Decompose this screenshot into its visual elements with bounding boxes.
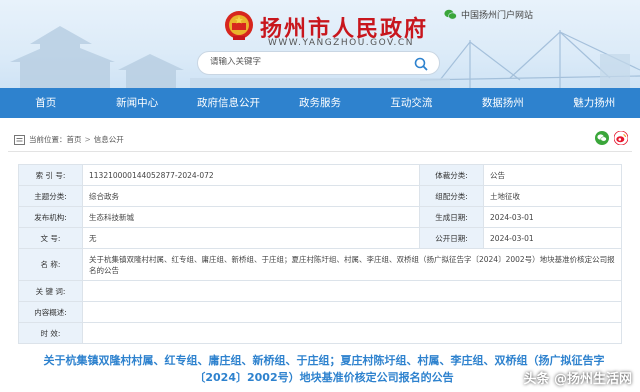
breadcrumb-separator: > [84, 135, 91, 144]
keyword-value [82, 280, 622, 302]
nav-info-disclosure[interactable]: 政府信息公开 [183, 88, 274, 118]
table-row: 索 引 号: 113210000144052877-2024-072 体裁分类:… [18, 164, 622, 186]
breadcrumb: 当前位置： 首页 > 信息公开 [8, 128, 632, 152]
publish-date-value: 2024-03-01 [483, 227, 622, 249]
nav-interaction[interactable]: 互动交流 [366, 88, 457, 118]
issuer-value: 生态科技新城 [81, 206, 421, 228]
topic-label: 主题分类: [18, 185, 83, 207]
keyword-label: 关 键 词: [18, 280, 83, 302]
table-row: 关 键 词: [18, 280, 622, 302]
nav-home[interactable]: 首页 [0, 88, 91, 118]
index-label: 索 引 号: [18, 164, 83, 186]
nav-data-yangzhou[interactable]: 数据扬州 [457, 88, 548, 118]
main-nav: 首页 新闻中心 政府信息公开 政务服务 互动交流 数据扬州 魅力扬州 [0, 88, 640, 118]
location-icon [14, 134, 25, 145]
doc-number-label: 文 号: [18, 227, 83, 249]
index-value: 113210000144052877-2024-072 [81, 164, 421, 186]
validity-value [82, 322, 622, 344]
search-icon[interactable] [413, 56, 429, 72]
table-row: 文 号: 无 公开日期: 2024-03-01 [18, 227, 622, 249]
site-header: 扬州市人民政府 WWW.YANGZHOU.GOV.CN 中国扬州门户网站 [0, 0, 640, 88]
doc-number-value: 无 [81, 227, 421, 249]
table-row: 发布机构: 生态科技新城 生成日期: 2024-03-01 [18, 206, 622, 228]
wechat-share-icon[interactable] [595, 131, 609, 145]
wechat-icon [444, 9, 457, 20]
publish-date-label: 公开日期: [419, 227, 485, 249]
weibo-share-icon[interactable] [614, 131, 628, 145]
national-emblem-icon [225, 11, 253, 40]
name-value: 关于杭集镇双隆村村属、红专组、庸庄组、新桥组、于庄组；夏庄村陈圩组、村属、李庄组… [82, 248, 622, 281]
validity-label: 时 效: [18, 322, 83, 344]
issuer-label: 发布机构: [18, 206, 83, 228]
table-row: 主题分类: 综合政务 组配分类: 土地征收 [18, 185, 622, 207]
breadcrumb-home[interactable]: 首页 [67, 134, 82, 145]
nav-charm-yangzhou[interactable]: 魅力扬州 [549, 88, 640, 118]
org-category-value: 土地征收 [483, 185, 622, 207]
generated-date-value: 2024-03-01 [483, 206, 622, 228]
search-box [197, 51, 440, 75]
search-input[interactable] [210, 57, 390, 67]
carrier-value: 公告 [483, 164, 622, 186]
name-label: 名 称: [18, 248, 83, 281]
watermark-text: 头条 @扬州生活网 [523, 372, 632, 387]
carrier-label: 体裁分类: [419, 164, 485, 186]
table-row: 内容概述: [18, 301, 622, 323]
nav-news[interactable]: 新闻中心 [91, 88, 182, 118]
portal-link[interactable]: 中国扬州门户网站 [444, 8, 533, 21]
nav-gov-services[interactable]: 政务服务 [274, 88, 365, 118]
watermark: 头条 @扬州生活网 [523, 368, 632, 387]
generated-date-label: 生成日期: [419, 206, 485, 228]
site-url: WWW.YANGZHOU.GOV.CN [268, 38, 414, 48]
topic-value: 综合政务 [81, 185, 421, 207]
info-table: 索 引 号: 113210000144052877-2024-072 体裁分类:… [18, 164, 622, 344]
breadcrumb-info-disclosure[interactable]: 信息公开 [94, 134, 124, 145]
share-buttons [595, 131, 628, 145]
breadcrumb-label: 当前位置： [29, 135, 67, 144]
table-row: 时 效: [18, 322, 622, 344]
summary-label: 内容概述: [18, 301, 83, 323]
org-category-label: 组配分类: [419, 185, 485, 207]
summary-value [82, 301, 622, 323]
table-row: 名 称: 关于杭集镇双隆村村属、红专组、庸庄组、新桥组、于庄组；夏庄村陈圩组、村… [18, 248, 622, 281]
portal-link-label: 中国扬州门户网站 [461, 11, 534, 21]
